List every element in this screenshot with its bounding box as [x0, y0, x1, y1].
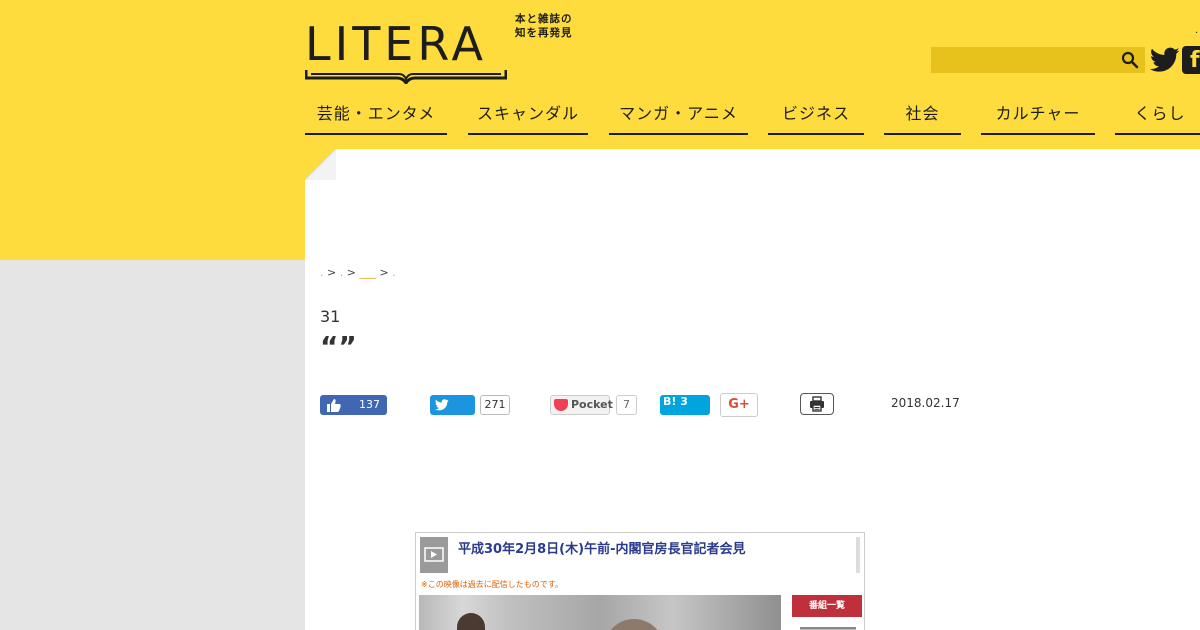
nav-item-entertainment[interactable]: 芸能・エンタメ — [305, 100, 447, 135]
video-note: ※この映像は過去に配信したものです。 — [421, 580, 563, 589]
search-input[interactable] — [931, 47, 1145, 73]
program-list-button[interactable]: 番組一覧 — [792, 595, 862, 617]
printer-icon — [810, 396, 824, 412]
breadcrumb-separator: > — [327, 266, 337, 279]
video-thumbnail[interactable] — [419, 595, 781, 630]
logo-tagline: 本と雑誌の 知を再発見 — [515, 12, 573, 40]
video-scrollbar[interactable] — [856, 537, 860, 573]
breadcrumb: . > . > ___ > . — [320, 266, 396, 279]
pocket-icon — [554, 399, 568, 411]
facebook-like-button[interactable]: 137 — [320, 395, 387, 415]
site-logo[interactable]: LITERA 本と雑誌の 知を再発見 — [305, 12, 585, 86]
search-icon[interactable] — [1121, 51, 1139, 69]
twitter-share-button[interactable] — [430, 395, 475, 415]
thumbs-up-icon — [327, 399, 341, 412]
article-headline-small: 31 — [320, 307, 341, 326]
google-plus-button[interactable]: G+ — [720, 393, 758, 417]
hatena-bookmark-button[interactable]: B! 3 — [660, 395, 710, 415]
nav-item-life[interactable]: くらし — [1115, 100, 1200, 135]
page-fold-corner — [305, 149, 336, 180]
breadcrumb-separator: > — [346, 266, 356, 279]
facebook-like-count: 137 — [359, 398, 380, 411]
breadcrumb-subcategory[interactable]: ___ — [359, 266, 376, 279]
video-person-figure — [457, 613, 485, 630]
breadcrumb-category[interactable]: . — [340, 266, 344, 279]
twitter-share-count: 271 — [480, 395, 510, 415]
print-button[interactable] — [800, 393, 834, 415]
nav-item-culture[interactable]: カルチャー — [981, 100, 1095, 135]
video-header: 平成30年2月8日(木)午前-内閣官房長官記者会見 — [416, 533, 864, 575]
nav-item-manga-anime[interactable]: マンガ・アニメ — [609, 100, 748, 135]
nav-item-business[interactable]: ビジネス — [768, 100, 864, 135]
article-headline-quote: “” — [320, 330, 357, 363]
header-dot: . — [1195, 25, 1199, 36]
video-speaker-figure — [604, 619, 664, 630]
pocket-label: Pocket — [571, 398, 613, 411]
breadcrumb-separator: > — [379, 266, 389, 279]
logo-text: LITERA — [305, 17, 487, 71]
twitter-bird-icon — [435, 399, 449, 411]
article-date: 2018.02.17 — [891, 396, 960, 410]
nav-item-scandal[interactable]: スキャンダル — [468, 100, 588, 135]
book-icon — [305, 70, 507, 84]
logo-tagline-line2: 知を再発見 — [515, 27, 573, 39]
article-container: . > . > ___ > . 31 “” 137 271 Pocket 7 B… — [305, 149, 1200, 630]
video-title: 平成30年2月8日(木)午前-内閣官房長官記者会見 — [458, 542, 746, 557]
pocket-button[interactable]: Pocket — [550, 395, 613, 415]
video-icon — [420, 537, 448, 573]
twitter-icon[interactable] — [1150, 46, 1180, 74]
nav-item-society[interactable]: 社会 — [884, 100, 961, 135]
pocket-count: 7 — [616, 395, 637, 415]
breadcrumb-home[interactable]: . — [320, 266, 324, 279]
breadcrumb-current[interactable]: . — [392, 266, 396, 279]
embedded-video[interactable]: 平成30年2月8日(木)午前-内閣官房長官記者会見 ※この映像は過去に配信したも… — [415, 532, 865, 630]
facebook-icon[interactable]: f — [1182, 46, 1200, 74]
logo-tagline-line1: 本と雑誌の — [515, 13, 573, 25]
